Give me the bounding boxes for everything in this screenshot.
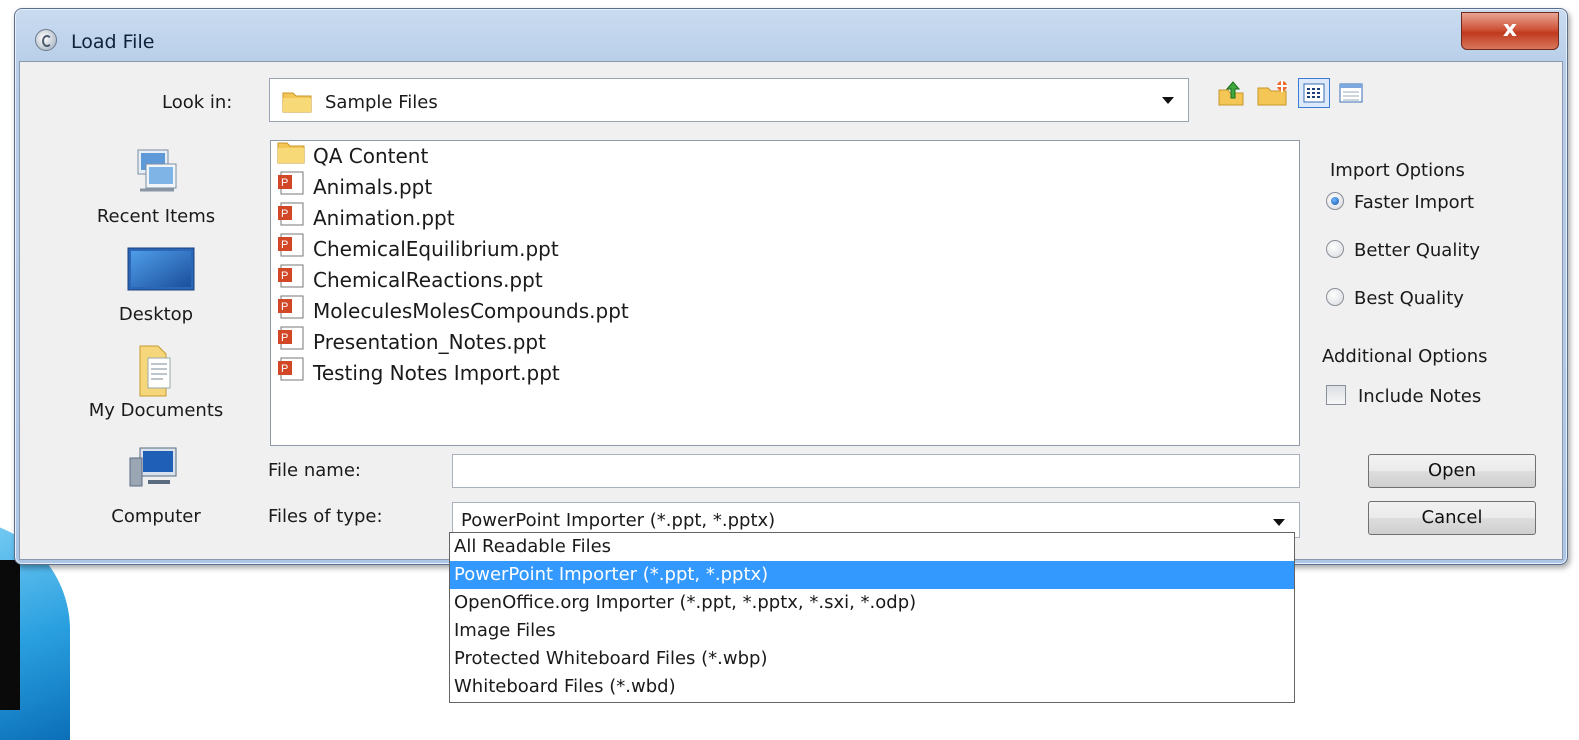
ppt-file-icon: P: [277, 357, 305, 389]
place-label: My Documents: [88, 400, 224, 421]
place-computer[interactable]: Computer: [66, 446, 246, 527]
list-item[interactable]: P Animals.ppt: [277, 171, 433, 203]
file-name: Testing Notes Import.ppt: [313, 361, 560, 385]
background-decoration-edge: [0, 560, 20, 710]
svg-text:P: P: [281, 332, 288, 344]
cancel-button[interactable]: Cancel: [1368, 501, 1536, 535]
list-view-icon[interactable]: [1298, 78, 1330, 108]
radio-best-quality[interactable]: Best Quality: [1326, 288, 1464, 309]
load-file-dialog: Load File x Look in: Sample Files Recent…: [14, 8, 1568, 565]
file-type-dropdown-list[interactable]: All Readable Files PowerPoint Importer (…: [449, 532, 1295, 703]
title-bar[interactable]: Load File x: [15, 9, 1567, 61]
file-name: MoleculesMolesCompounds.ppt: [313, 299, 629, 323]
dropdown-option[interactable]: All Readable Files: [450, 533, 1294, 561]
look-in-value: Sample Files: [325, 92, 438, 113]
list-item[interactable]: P ChemicalReactions.ppt: [277, 264, 543, 296]
svg-text:P: P: [281, 363, 288, 375]
file-list[interactable]: QA Content P Animals.ppt P Animation.ppt P…: [270, 140, 1300, 446]
app-icon: [35, 29, 57, 51]
include-notes-checkbox[interactable]: [1326, 385, 1346, 405]
radio-label: Better Quality: [1354, 240, 1481, 261]
file-name-input[interactable]: [452, 454, 1300, 488]
chevron-down-icon[interactable]: [1162, 97, 1174, 104]
recent-items-icon: [126, 146, 186, 198]
open-button[interactable]: Open: [1368, 454, 1536, 488]
place-label: Computer: [111, 506, 201, 527]
ppt-file-icon: P: [277, 171, 305, 203]
desktop-icon: [126, 244, 195, 296]
dropdown-option-selected[interactable]: PowerPoint Importer (*.ppt, *.pptx): [450, 561, 1294, 589]
dropdown-option[interactable]: OpenOffice.org Importer (*.ppt, *.pptx, …: [450, 589, 1294, 617]
svg-text:P: P: [281, 301, 288, 313]
close-button[interactable]: x: [1461, 12, 1559, 50]
dialog-body: Look in: Sample Files Recent Items Deskt…: [19, 61, 1563, 560]
list-item[interactable]: P MoleculesMolesCompounds.ppt: [277, 295, 629, 327]
chevron-down-icon[interactable]: [1273, 519, 1285, 526]
folder-icon: [277, 140, 305, 172]
radio-label: Best Quality: [1354, 288, 1464, 309]
svg-text:P: P: [281, 270, 288, 282]
details-view-icon[interactable]: [1336, 78, 1366, 108]
file-name: Animation.ppt: [313, 206, 455, 230]
radio-better-quality[interactable]: Better Quality: [1326, 240, 1480, 261]
file-name: ChemicalReactions.ppt: [313, 268, 543, 292]
window-title: Load File: [71, 31, 155, 53]
dropdown-option[interactable]: Whiteboard Files (*.wbd): [450, 673, 1294, 701]
up-one-level-icon[interactable]: [1216, 78, 1246, 108]
place-label: Recent Items: [96, 206, 216, 227]
svg-text:P: P: [281, 208, 288, 220]
ppt-file-icon: P: [277, 233, 305, 265]
computer-icon: [126, 446, 186, 498]
list-item[interactable]: QA Content: [277, 141, 428, 171]
place-my-documents[interactable]: My Documents: [66, 340, 246, 421]
ppt-file-icon: P: [277, 295, 305, 327]
folder-icon: [282, 89, 312, 117]
file-name: ChemicalEquilibrium.ppt: [313, 237, 559, 261]
include-notes-option[interactable]: Include Notes: [1326, 385, 1482, 407]
look-in-label: Look in:: [162, 92, 233, 113]
ppt-file-icon: P: [277, 264, 305, 296]
svg-text:P: P: [281, 177, 288, 189]
list-item[interactable]: P Testing Notes Import.ppt: [277, 357, 560, 389]
file-name: Animals.ppt: [313, 175, 433, 199]
place-desktop[interactable]: Desktop: [66, 244, 246, 325]
file-name: QA Content: [313, 144, 429, 168]
checkbox-label: Include Notes: [1358, 386, 1482, 407]
list-item[interactable]: P Presentation_Notes.ppt: [277, 326, 546, 358]
list-item[interactable]: P ChemicalEquilibrium.ppt: [277, 233, 559, 265]
additional-options-heading: Additional Options: [1322, 346, 1488, 367]
file-type-value: PowerPoint Importer (*.ppt, *.pptx): [461, 510, 776, 531]
dropdown-option[interactable]: Image Files: [450, 617, 1294, 645]
look-in-combo[interactable]: Sample Files: [269, 78, 1189, 122]
file-type-label: Files of type:: [268, 506, 383, 527]
radio-button[interactable]: [1326, 240, 1344, 258]
place-recent-items[interactable]: Recent Items: [66, 146, 246, 227]
import-options-heading: Import Options: [1330, 160, 1465, 181]
my-documents-icon: [126, 340, 186, 397]
radio-button[interactable]: [1326, 192, 1344, 210]
file-name-label: File name:: [268, 460, 361, 481]
file-name: Presentation_Notes.ppt: [313, 330, 546, 354]
radio-faster-import[interactable]: Faster Import: [1326, 192, 1474, 213]
place-label: Desktop: [118, 304, 194, 325]
ppt-file-icon: P: [277, 326, 305, 358]
create-new-folder-icon[interactable]: [1256, 78, 1288, 108]
radio-button[interactable]: [1326, 288, 1344, 306]
list-item[interactable]: P Animation.ppt: [277, 202, 455, 234]
ppt-file-icon: P: [277, 202, 305, 234]
dropdown-option[interactable]: Protected Whiteboard Files (*.wbp): [450, 645, 1294, 673]
radio-label: Faster Import: [1354, 192, 1475, 213]
svg-text:P: P: [281, 239, 288, 251]
